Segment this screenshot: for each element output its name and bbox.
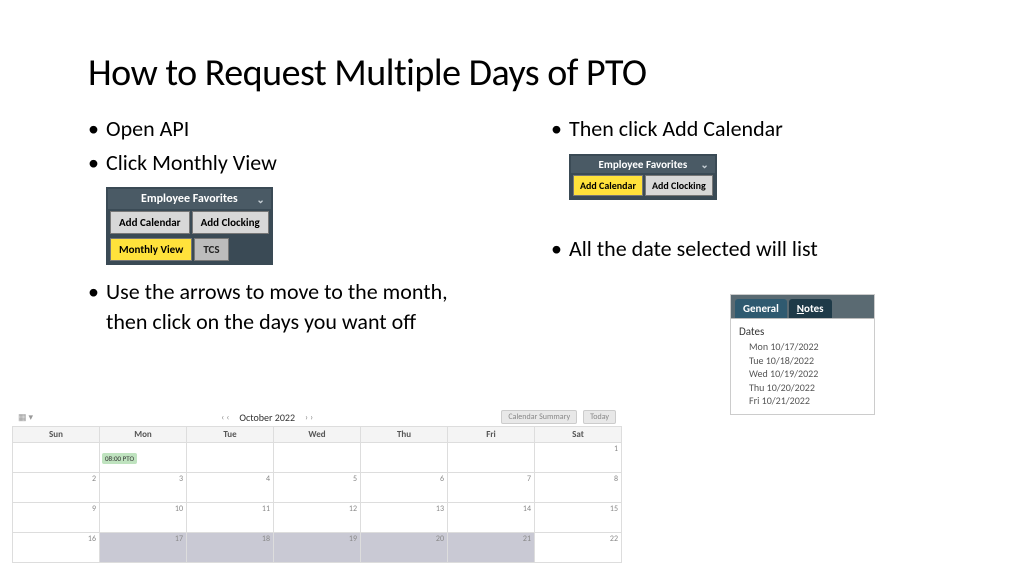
dates-panel: General Notes Dates Mon 10/17/2022Tue 10… <box>730 294 875 415</box>
calendar-day-header: Sat <box>535 427 622 443</box>
calendar-cell[interactable]: 12 <box>274 503 361 533</box>
widget2-header: Employee Favorites ⌄ <box>571 156 715 173</box>
calendar-month-label: October 2022 <box>239 411 295 424</box>
calendar-cell[interactable]: 7 <box>448 473 535 503</box>
employee-favorites-widget-2: Employee Favorites ⌄ Add Calendar Add Cl… <box>569 154 717 200</box>
widget2-title: Employee Favorites <box>599 158 688 171</box>
calendar-cell[interactable]: 9 <box>13 503 100 533</box>
tab-notes[interactable]: Notes <box>789 299 832 318</box>
add-calendar-button-highlighted[interactable]: Add Calendar <box>573 175 643 196</box>
calendar-cell[interactable]: 21 <box>448 533 535 563</box>
calendar-cell[interactable]: 11 <box>187 503 274 533</box>
widget1-header: Employee Favorites ⌄ <box>108 189 271 209</box>
bullet-open-api: Open API <box>88 114 491 144</box>
calendar-next-arrows[interactable]: › › <box>305 412 313 423</box>
add-calendar-button[interactable]: Add Calendar <box>110 211 190 234</box>
calendar-screenshot: ▦ ▾ ‹ ‹ October 2022 › › Calendar Summar… <box>12 408 622 563</box>
calendar-cell[interactable]: 2 <box>13 473 100 503</box>
calendar-cell[interactable]: 19 <box>274 533 361 563</box>
calendar-day-header: Thu <box>361 427 448 443</box>
chevron-down-icon[interactable]: ⌄ <box>256 193 264 206</box>
date-line: Mon 10/17/2022 <box>739 340 866 354</box>
tab-general[interactable]: General <box>735 299 787 318</box>
left-column: Open API Click Monthly View Employee Fav… <box>88 114 491 341</box>
bullet-dates-listed: All the date selected will list <box>551 234 954 264</box>
calendar-cell[interactable]: 10 <box>100 503 187 533</box>
calendar-cell[interactable]: 08:00 PTO <box>100 443 187 473</box>
calendar-event[interactable]: 08:00 PTO <box>102 453 137 464</box>
calendar-cell[interactable]: 6 <box>361 473 448 503</box>
bullet-click-monthly: Click Monthly View <box>88 148 491 178</box>
chevron-down-icon[interactable]: ⌄ <box>700 158 708 171</box>
calendar-cell[interactable]: 15 <box>535 503 622 533</box>
calendar-cell[interactable]: 3 <box>100 473 187 503</box>
widget1-title: Employee Favorites <box>141 192 238 206</box>
calendar-prev-arrows[interactable]: ‹ ‹ <box>221 412 229 423</box>
add-clocking-button[interactable]: Add Clocking <box>192 211 269 234</box>
calendar-cell[interactable]: 22 <box>535 533 622 563</box>
bullet-click-add-calendar: Then click Add Calendar <box>551 114 954 144</box>
calendar-cell[interactable]: 18 <box>187 533 274 563</box>
calendar-day-header: Sun <box>13 427 100 443</box>
date-line: Wed 10/19/2022 <box>739 367 866 381</box>
calendar-cell[interactable] <box>274 443 361 473</box>
calendar-day-header: Fri <box>448 427 535 443</box>
calendar-cell[interactable]: 20 <box>361 533 448 563</box>
calendar-day-header: Mon <box>100 427 187 443</box>
slide-title: How to Request Multiple Days of PTO <box>88 50 954 96</box>
add-clocking-button[interactable]: Add Clocking <box>645 175 713 196</box>
calendar-cell[interactable]: 5 <box>274 473 361 503</box>
calendar-cell[interactable] <box>13 443 100 473</box>
calendar-cell[interactable] <box>361 443 448 473</box>
calendar-cell[interactable]: 16 <box>13 533 100 563</box>
calendar-toolbar-icons: ▦ ▾ <box>18 412 33 423</box>
calendar-cell[interactable] <box>187 443 274 473</box>
calendar-day-header: Tue <box>187 427 274 443</box>
bullet-use-arrows: Use the arrows to move to the month, the… <box>88 277 491 336</box>
calendar-cell[interactable]: 4 <box>187 473 274 503</box>
calendar-cell[interactable]: 14 <box>448 503 535 533</box>
calendar-summary-button[interactable]: Calendar Summary <box>501 410 577 424</box>
calendar-today-button[interactable]: Today <box>583 410 616 424</box>
calendar-cell[interactable]: 17 <box>100 533 187 563</box>
dates-label: Dates <box>739 325 866 338</box>
calendar-cell[interactable]: 8 <box>535 473 622 503</box>
date-line: Fri 10/21/2022 <box>739 394 866 408</box>
monthly-view-button[interactable]: Monthly View <box>110 238 192 261</box>
calendar-cell[interactable]: 13 <box>361 503 448 533</box>
calendar-cell[interactable] <box>448 443 535 473</box>
employee-favorites-widget-1: Employee Favorites ⌄ Add Calendar Add Cl… <box>106 187 273 265</box>
tcs-button[interactable]: TCS <box>194 238 228 261</box>
calendar-day-header: Wed <box>274 427 361 443</box>
date-line: Tue 10/18/2022 <box>739 354 866 368</box>
date-line: Thu 10/20/2022 <box>739 381 866 395</box>
calendar-cell[interactable]: 1 <box>535 443 622 473</box>
